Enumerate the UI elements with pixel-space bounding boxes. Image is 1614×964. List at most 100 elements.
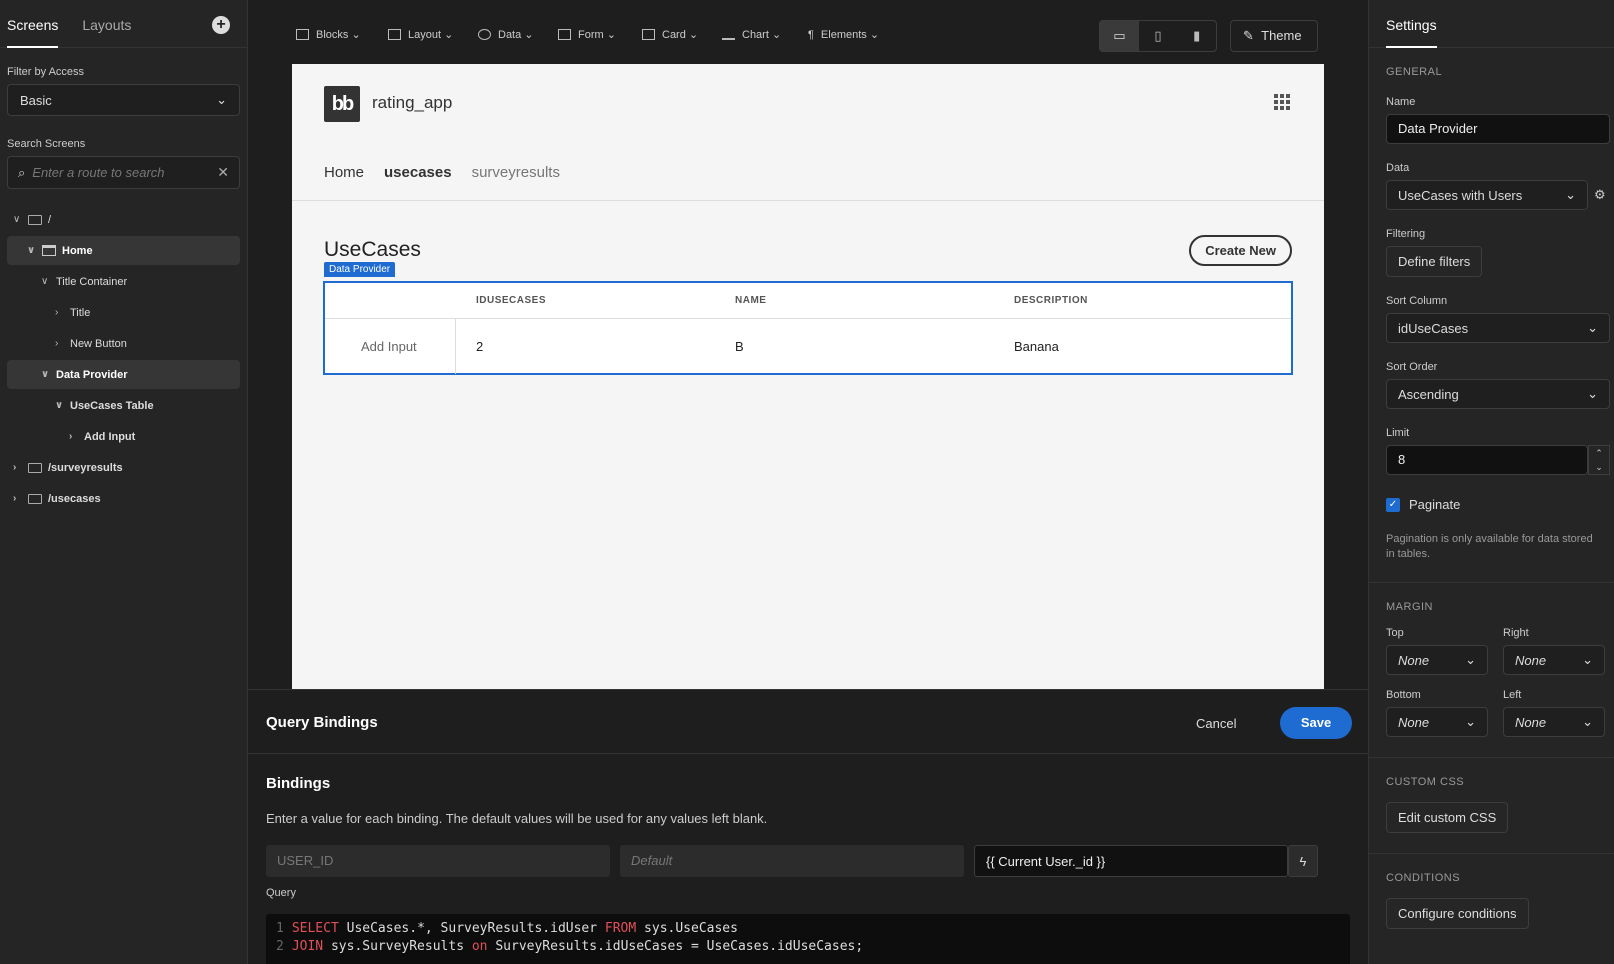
add-input-cell[interactable]: Add Input — [325, 319, 456, 374]
menu-label: Data — [498, 28, 522, 41]
tree-usecases[interactable]: › /usecases — [7, 484, 240, 513]
divider — [1369, 582, 1614, 583]
sort-column-select[interactable]: idUseCases ⌄ — [1386, 313, 1610, 343]
custom-css-section: CUSTOM CSS — [1386, 776, 1465, 788]
sort-column-label: Sort Column — [1386, 295, 1448, 307]
query-editor[interactable]: 1 SELECT UseCases.*, SurveyResults.idUser… — [266, 914, 1350, 964]
chevron-right-icon: › — [55, 338, 59, 349]
tree-label: New Button — [70, 337, 127, 350]
paginate-label: Paginate — [1409, 497, 1461, 512]
margin-bottom-select[interactable]: None ⌄ — [1386, 707, 1488, 737]
value: None — [1398, 652, 1430, 668]
keyword: SELECT — [291, 921, 339, 936]
app-name: rating_app — [372, 93, 453, 112]
clear-icon[interactable]: ✕ — [217, 164, 229, 181]
mobile-icon[interactable]: ▮ — [1177, 21, 1216, 51]
tab-settings[interactable]: Settings — [1386, 0, 1437, 48]
paragraph-icon: ¶ — [808, 28, 814, 41]
tree-title-container[interactable]: ∨ Title Container — [7, 267, 240, 296]
tree-home[interactable]: ∨ Home — [7, 236, 240, 265]
name-input[interactable]: Data Provider — [1386, 114, 1610, 144]
tree-label: Add Input — [84, 430, 136, 443]
define-filters-button[interactable]: Define filters — [1386, 246, 1483, 277]
tree-new-button[interactable]: › New Button — [7, 329, 240, 358]
table-row[interactable]: Add Input 2 B Banana — [325, 319, 1291, 374]
tablet-icon[interactable]: ▯ — [1139, 21, 1178, 51]
layout-menu[interactable]: Layout ⌄ — [388, 28, 453, 41]
tree-data-provider[interactable]: ∨ Data Provider — [7, 360, 240, 389]
chevron-right-icon: › — [13, 462, 17, 473]
apps-grid-icon[interactable] — [1274, 94, 1290, 110]
configure-conditions-button[interactable]: Configure conditions — [1386, 898, 1529, 929]
folder-icon — [28, 462, 42, 473]
paginate-row: ✓ Paginate — [1386, 497, 1614, 512]
sort-column-value: idUseCases — [1398, 320, 1469, 336]
tree-surveyresults[interactable]: › /surveyresults — [7, 453, 240, 482]
gear-icon[interactable]: ⚙ — [1594, 187, 1606, 203]
folder-icon — [28, 214, 42, 225]
tree-usecases-table[interactable]: ∨ UseCases Table — [7, 391, 240, 420]
margin-left-select[interactable]: None ⌄ — [1503, 707, 1605, 737]
right-label: Right — [1503, 627, 1529, 639]
margin-right-select[interactable]: None ⌄ — [1503, 645, 1605, 675]
header-idusecases: IDUSECASES — [476, 295, 547, 306]
tree-root[interactable]: ∨ / — [7, 205, 240, 234]
device-switcher: ▭ ▯ ▮ — [1099, 20, 1217, 52]
tree-add-input[interactable]: › Add Input — [7, 422, 240, 451]
chevron-right-icon: › — [13, 493, 17, 504]
conditions-section: CONDITIONS — [1386, 872, 1461, 884]
limit-input[interactable]: 8 — [1386, 445, 1588, 475]
data-row: UseCases with Users ⌄ ⚙ — [1369, 180, 1614, 210]
save-button[interactable]: Save — [1280, 707, 1352, 739]
data-provider-tag: Data Provider — [324, 262, 396, 277]
elements-menu[interactable]: ¶ Elements ⌄ — [808, 28, 879, 42]
margin-row-2: Bottom None ⌄ Left None ⌄ — [1369, 689, 1614, 737]
settings-panel: Settings GENERAL Name Data Provider Data… — [1368, 0, 1614, 964]
chevron-down-icon: ∨ — [27, 245, 36, 256]
lightning-icon[interactable]: ϟ — [1288, 845, 1318, 877]
blocks-icon — [296, 29, 309, 40]
binding-default-field[interactable]: Default — [620, 845, 964, 877]
paginate-checkbox[interactable]: ✓ — [1386, 497, 1400, 512]
divider — [1369, 853, 1614, 854]
data-menu[interactable]: Data ⌄ — [478, 28, 534, 41]
screen-search-input[interactable]: ⌕ Enter a route to search ✕ — [7, 156, 240, 189]
menu-label: Form — [578, 28, 604, 41]
search-label: Search Screens — [7, 138, 86, 150]
access-filter-select[interactable]: Basic ⌄ — [7, 84, 240, 116]
tab-layouts[interactable]: Layouts — [82, 0, 131, 48]
chevron-right-icon: › — [55, 307, 59, 318]
paginate-note: Pagination is only available for data st… — [1386, 533, 1593, 560]
code-line: 2 JOIN sys.SurveyResults on SurveyResults… — [276, 938, 1340, 956]
code-text: sys.UseCases — [636, 921, 738, 936]
nav-usecases[interactable]: usecases — [384, 164, 452, 181]
search-icon: ⌕ — [18, 164, 26, 180]
chart-menu[interactable]: Chart ⌄ — [722, 28, 781, 41]
data-source-select[interactable]: UseCases with Users ⌄ — [1386, 180, 1588, 210]
create-new-button[interactable]: Create New — [1189, 235, 1292, 266]
chevron-down-icon: ⌄ — [1565, 187, 1576, 202]
data-source-value: UseCases with Users — [1398, 187, 1523, 203]
add-screen-icon[interactable]: + — [212, 16, 230, 34]
form-menu[interactable]: Form ⌄ — [558, 28, 616, 41]
cancel-button[interactable]: Cancel — [1196, 716, 1236, 731]
blocks-menu[interactable]: Blocks ⌄ — [296, 28, 361, 41]
margin-top-select[interactable]: None ⌄ — [1386, 645, 1488, 675]
binding-name-field: USER_ID — [266, 845, 610, 877]
desktop-icon[interactable]: ▭ — [1100, 21, 1139, 51]
card-icon — [642, 29, 655, 40]
filter-label: Filter by Access — [7, 66, 85, 78]
tree-title[interactable]: › Title — [7, 298, 240, 327]
card-menu[interactable]: Card ⌄ — [642, 28, 698, 41]
nav-home[interactable]: Home — [324, 164, 364, 181]
edit-css-button[interactable]: Edit custom CSS — [1386, 802, 1509, 833]
usecases-table[interactable]: IDUSECASES NAME DESCRIPTION Add Input 2 … — [323, 281, 1293, 375]
chevron-down-icon: ∨ — [13, 214, 21, 225]
brush-icon: ✎ — [1243, 28, 1254, 43]
sort-order-select[interactable]: Ascending ⌄ — [1386, 379, 1610, 409]
limit-stepper[interactable]: ⌃ ⌄ — [1588, 445, 1610, 475]
tab-screens[interactable]: Screens — [7, 0, 59, 48]
theme-button[interactable]: ✎ Theme — [1230, 20, 1318, 52]
binding-value-input[interactable]: {{ Current User._id }} — [974, 845, 1288, 877]
nav-surveyresults[interactable]: surveyresults — [472, 164, 560, 181]
